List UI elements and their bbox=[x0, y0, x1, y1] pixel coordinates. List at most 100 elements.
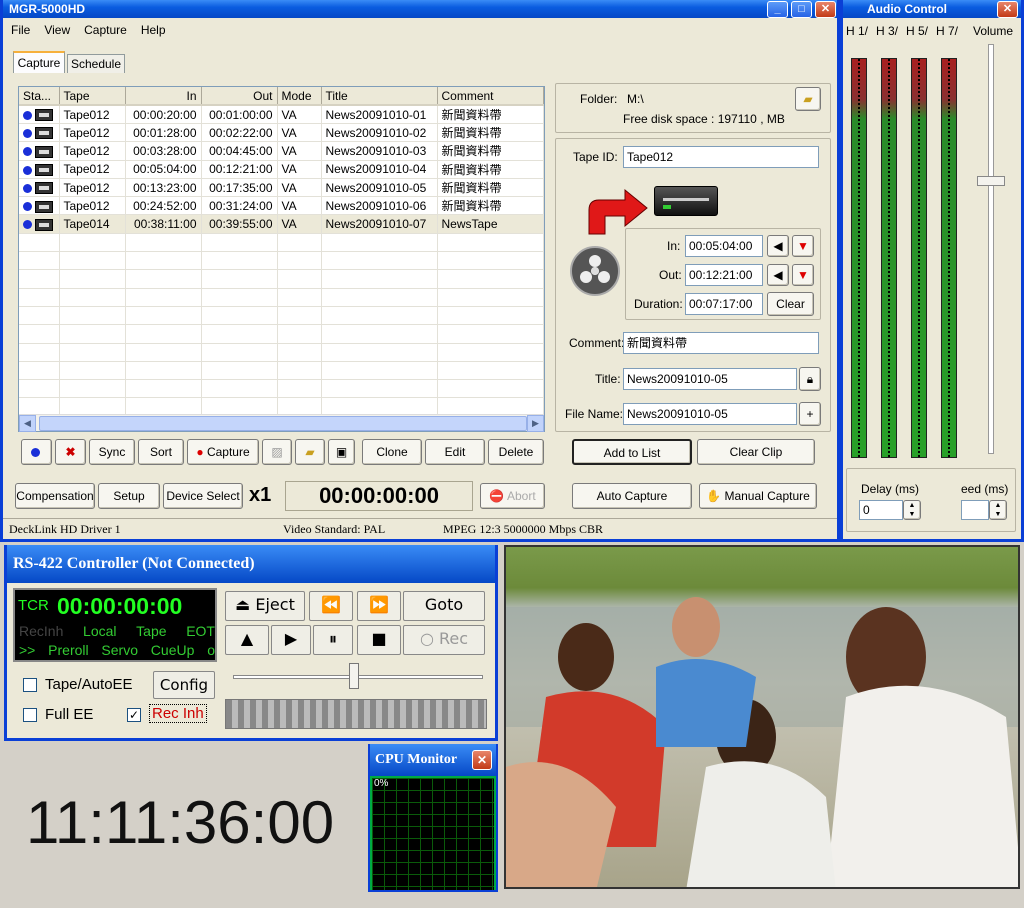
add-filename-button[interactable]: + bbox=[799, 402, 821, 426]
tape-icon bbox=[35, 200, 53, 213]
audio-close-button[interactable]: ✕ bbox=[997, 1, 1018, 18]
rewind-button[interactable]: ⏪ bbox=[309, 591, 353, 621]
timecode-display: 00:00:00:00 bbox=[285, 481, 473, 511]
rec-icon: ○ bbox=[419, 629, 434, 648]
delay-field[interactable]: 0 bbox=[859, 500, 903, 520]
browse-folder-button[interactable]: ▰ bbox=[795, 87, 821, 111]
scroll-left-button[interactable]: ◀ bbox=[19, 415, 36, 432]
play-button[interactable]: ▶ bbox=[271, 625, 311, 655]
abort-button[interactable]: ⛔ Abort bbox=[480, 483, 545, 509]
col-mode[interactable]: Mode bbox=[277, 87, 322, 106]
auto-capture-button[interactable]: Auto Capture bbox=[572, 483, 692, 509]
volume-track[interactable] bbox=[988, 44, 994, 454]
capture-button[interactable]: ● Capture bbox=[187, 439, 259, 465]
rec-inh-checkbox[interactable]: ✓ bbox=[127, 708, 141, 722]
in-mark-button[interactable]: ▼ bbox=[792, 235, 814, 257]
clone-button[interactable]: Clone bbox=[362, 439, 422, 465]
col-comment[interactable]: Comment bbox=[437, 87, 544, 106]
eject-button[interactable]: ⏏ Eject bbox=[225, 591, 305, 621]
image-button[interactable]: ▨ bbox=[262, 439, 292, 465]
shuttle-bar[interactable] bbox=[225, 699, 487, 729]
runners-image bbox=[506, 597, 1018, 887]
col-title[interactable]: Title bbox=[321, 87, 438, 106]
table-row[interactable]: Tape012 00:24:52:00 00:31:24:00 VA News20091… bbox=[19, 196, 544, 216]
audio-title: Audio Control bbox=[867, 2, 947, 16]
speed-spinner[interactable]: ▲ ▼ bbox=[989, 500, 1007, 520]
clip-list[interactable]: Sta... Tape In Out Mode Title Comment Ta… bbox=[18, 86, 545, 432]
col-out[interactable]: Out bbox=[201, 87, 278, 106]
title-field[interactable]: News20091010-05 bbox=[623, 368, 797, 390]
device-select-button[interactable]: Device Select bbox=[163, 483, 243, 509]
cpu-close-button[interactable]: ✕ bbox=[472, 750, 492, 770]
table-row[interactable]: Tape014 00:38:11:00 00:39:55:00 VA News20091… bbox=[19, 214, 544, 234]
volume-thumb[interactable] bbox=[977, 176, 1005, 186]
scroll-right-button[interactable]: ▶ bbox=[527, 415, 544, 432]
play-icon: ▶ bbox=[284, 629, 298, 648]
record-dot-button[interactable] bbox=[21, 439, 52, 465]
tape-autoee-checkbox[interactable] bbox=[23, 678, 37, 692]
empty-cell bbox=[437, 233, 544, 253]
table-row[interactable]: Tape012 00:13:23:00 00:17:35:00 VA News20091… bbox=[19, 178, 544, 198]
scroll-thumb[interactable] bbox=[39, 416, 527, 431]
up-button[interactable]: ▲ bbox=[225, 625, 269, 655]
close-button[interactable]: ✕ bbox=[815, 1, 836, 18]
speed-field[interactable] bbox=[961, 500, 989, 520]
filename-field[interactable]: News20091010-05 bbox=[623, 403, 797, 425]
menu-help[interactable]: Help bbox=[141, 23, 166, 37]
save-button[interactable]: ▣ bbox=[328, 439, 355, 465]
config-button[interactable]: Config bbox=[153, 671, 215, 699]
duration-field[interactable]: 00:07:17:00 bbox=[685, 293, 763, 315]
out-field[interactable]: 00:12:21:00 bbox=[685, 264, 763, 286]
horizontal-scrollbar[interactable]: ◀ ▶ bbox=[19, 414, 544, 432]
goto-button[interactable]: Goto bbox=[403, 591, 485, 621]
table-row[interactable]: Tape012 00:00:20:00 00:01:00:00 VA News20091… bbox=[19, 105, 544, 124]
fast-forward-button[interactable]: ⏩ bbox=[357, 591, 401, 621]
col-tape[interactable]: Tape bbox=[59, 87, 126, 106]
menu-capture[interactable]: Capture bbox=[84, 23, 127, 37]
menu-view[interactable]: View bbox=[44, 23, 70, 37]
jog-slider-thumb[interactable] bbox=[349, 663, 359, 689]
filename-label: File Name: bbox=[565, 407, 624, 421]
out-prev-button[interactable]: ◀ bbox=[767, 264, 789, 286]
empty-cell bbox=[277, 324, 322, 344]
add-to-list-button[interactable]: Add to List bbox=[572, 439, 692, 465]
compensation-button[interactable]: Compensation bbox=[15, 483, 95, 509]
table-row[interactable]: Tape012 00:03:28:00 00:04:45:00 VA News20091… bbox=[19, 141, 544, 161]
out-mark-button[interactable]: ▼ bbox=[792, 264, 814, 286]
table-row[interactable]: Tape012 00:01:28:00 00:02:22:00 VA News20091… bbox=[19, 123, 544, 143]
maximize-button[interactable]: □ bbox=[791, 1, 812, 18]
menu-file[interactable]: File bbox=[11, 23, 30, 37]
sync-button[interactable]: Sync bbox=[89, 439, 135, 465]
open-button[interactable]: ▰ bbox=[295, 439, 325, 465]
tape-id-field[interactable]: Tape012 bbox=[623, 146, 819, 168]
col-in[interactable]: In bbox=[125, 87, 202, 106]
full-ee-checkbox[interactable] bbox=[23, 708, 37, 722]
sort-button[interactable]: Sort bbox=[138, 439, 184, 465]
rec-button[interactable]: ○ Rec bbox=[403, 625, 485, 655]
table-row[interactable]: Tape012 00:05:04:00 00:12:21:00 VA News20091… bbox=[19, 160, 544, 179]
abort-label: Abort bbox=[506, 489, 536, 503]
tape-cell: Tape012 bbox=[59, 160, 126, 179]
empty-cell bbox=[437, 306, 544, 326]
delay-spinner[interactable]: ▲ ▼ bbox=[903, 500, 921, 520]
remove-button[interactable]: ✖ bbox=[55, 439, 86, 465]
clear-button[interactable]: Clear bbox=[767, 292, 814, 316]
in-field[interactable]: 00:05:04:00 bbox=[685, 235, 763, 257]
col-status[interactable]: Sta... bbox=[19, 87, 60, 106]
edit-button[interactable]: Edit bbox=[425, 439, 485, 465]
setup-button[interactable]: Setup bbox=[98, 483, 160, 509]
lock-button[interactable]: 🔒︎ bbox=[799, 367, 821, 391]
delete-button[interactable]: Delete bbox=[488, 439, 544, 465]
manual-capture-button[interactable]: ✋ Manual Capture bbox=[699, 483, 817, 509]
folder-field[interactable]: M:\ bbox=[623, 88, 793, 110]
pause-button[interactable]: ⏸ bbox=[313, 625, 353, 655]
tape-cell: Tape012 bbox=[59, 196, 126, 216]
comment-field[interactable]: 新聞資料帶 bbox=[623, 332, 819, 354]
stop-button[interactable]: ■ bbox=[357, 625, 401, 655]
clear-clip-button[interactable]: Clear Clip bbox=[697, 439, 815, 465]
tab-capture[interactable]: Capture bbox=[13, 51, 65, 73]
tape-cell: Tape014 bbox=[59, 214, 126, 234]
in-prev-button[interactable]: ◀ bbox=[767, 235, 789, 257]
tab-schedule[interactable]: Schedule bbox=[67, 54, 125, 73]
minimize-button[interactable]: _ bbox=[767, 1, 788, 18]
